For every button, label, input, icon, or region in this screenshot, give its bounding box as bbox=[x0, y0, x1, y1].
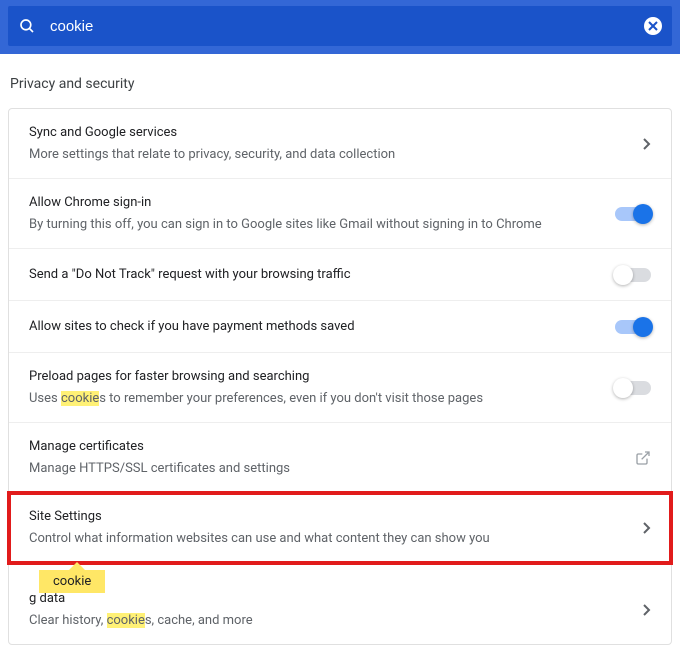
row-title: Manage certificates bbox=[29, 437, 623, 457]
section-title-privacy: Privacy and security bbox=[0, 54, 680, 108]
row-title: g data bbox=[29, 589, 631, 609]
row-title: Sync and Google services bbox=[29, 123, 631, 143]
chevron-right-icon bbox=[643, 138, 651, 150]
row-desc: Clear history, cookies, cache, and more bbox=[29, 611, 631, 631]
row-sync-google-services[interactable]: Sync and Google services More settings t… bbox=[9, 109, 671, 179]
chevron-right-icon bbox=[643, 604, 651, 616]
row-title: Send a "Do Not Track" request with your … bbox=[29, 265, 603, 285]
desc-post: s, cache, and more bbox=[145, 613, 253, 628]
row-preload-pages: Preload pages for faster browsing and se… bbox=[9, 353, 671, 423]
row-desc: Uses cookies to remember your preference… bbox=[29, 389, 603, 409]
search-bar-container bbox=[0, 0, 680, 54]
desc-pre: Clear history, bbox=[29, 613, 107, 628]
clear-search-button[interactable] bbox=[644, 17, 662, 35]
annotation-tooltip: cookie bbox=[39, 570, 105, 593]
chevron-right-icon bbox=[643, 522, 651, 534]
row-title: Preload pages for faster browsing and se… bbox=[29, 367, 603, 387]
row-title: Allow sites to check if you have payment… bbox=[29, 317, 603, 337]
row-desc: Control what information websites can us… bbox=[29, 529, 631, 549]
toggle-preload-pages[interactable] bbox=[615, 381, 651, 395]
row-title: Allow Chrome sign-in bbox=[29, 193, 603, 213]
row-clear-browsing-data[interactable]: g data Clear history, cookies, cache, an… bbox=[9, 563, 671, 644]
external-link-icon bbox=[635, 450, 651, 466]
row-desc: Manage HTTPS/SSL certificates and settin… bbox=[29, 459, 623, 479]
settings-panel: Sync and Google services More settings t… bbox=[8, 108, 672, 645]
desc-post: s to remember your preferences, even if … bbox=[99, 391, 483, 406]
search-icon bbox=[18, 17, 36, 35]
title-post: g data bbox=[29, 591, 65, 606]
toggle-payment-check[interactable] bbox=[615, 320, 651, 334]
row-desc: By turning this off, you can sign in to … bbox=[29, 215, 603, 235]
search-field-wrap bbox=[8, 6, 672, 46]
toggle-allow-signin[interactable] bbox=[615, 207, 651, 221]
row-site-settings[interactable]: Site Settings Control what information w… bbox=[9, 493, 671, 563]
row-title: Site Settings bbox=[29, 507, 631, 527]
search-input[interactable] bbox=[36, 18, 644, 35]
row-payment-methods-check: Allow sites to check if you have payment… bbox=[9, 301, 671, 353]
row-desc: More settings that relate to privacy, se… bbox=[29, 145, 631, 165]
row-do-not-track: Send a "Do Not Track" request with your … bbox=[9, 249, 671, 301]
search-highlight: cookie bbox=[61, 391, 99, 406]
search-highlight: cookie bbox=[107, 613, 145, 628]
toggle-do-not-track[interactable] bbox=[615, 268, 651, 282]
row-manage-certificates[interactable]: Manage certificates Manage HTTPS/SSL cer… bbox=[9, 423, 671, 493]
desc-pre: Uses bbox=[29, 391, 61, 406]
row-allow-chrome-signin: Allow Chrome sign-in By turning this off… bbox=[9, 179, 671, 249]
